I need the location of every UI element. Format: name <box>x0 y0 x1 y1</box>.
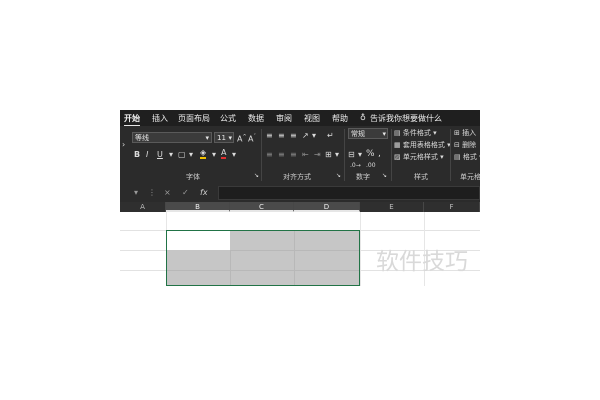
comma-style-icon[interactable]: , <box>378 149 381 159</box>
percent-icon[interactable]: % <box>366 149 375 159</box>
tab-page-layout[interactable]: 页面布局 <box>178 113 210 124</box>
clipboard-edge-icon[interactable]: › <box>122 140 125 150</box>
orientation-icon[interactable]: ↗ <box>302 131 309 141</box>
selection-border <box>166 230 360 286</box>
group-divider <box>450 129 451 181</box>
align-top-icon[interactable]: ≡ <box>266 131 273 141</box>
column-header-b[interactable]: B <box>166 202 230 212</box>
chevron-down-icon[interactable]: ▾ <box>189 150 193 160</box>
font-name-select[interactable]: 等线 ▾ <box>132 132 212 143</box>
chevron-down-icon[interactable]: ▾ <box>232 150 236 160</box>
lightbulb-icon: ♁ <box>360 113 366 122</box>
insert-icon: ⊞ <box>454 129 460 137</box>
number-dialog-launcher-icon[interactable]: ↘ <box>382 171 387 181</box>
chevron-down-icon: ▾ <box>228 134 232 142</box>
column-header-c[interactable]: C <box>230 202 294 212</box>
format-as-table-button[interactable]: ▦ 套用表格格式 ▾ <box>394 140 451 150</box>
alignment-dialog-launcher-icon[interactable]: ↘ <box>336 171 341 181</box>
column-header-d[interactable]: D <box>294 202 360 212</box>
format-cells-button[interactable]: ▤ 格式 ▾ <box>454 152 480 162</box>
format-icon: ▤ <box>454 153 461 161</box>
chevron-down-icon[interactable]: ▾ <box>212 150 216 160</box>
font-color-icon[interactable]: A <box>221 148 227 159</box>
cell-styles-button[interactable]: ▨ 单元格样式 ▾ <box>394 152 444 162</box>
table-icon: ▦ <box>394 141 401 149</box>
chevron-down-icon: ▾ <box>382 130 386 138</box>
decrease-font-icon[interactable]: Aˇ <box>248 132 256 145</box>
chevron-down-icon[interactable]: ▾ <box>312 131 316 141</box>
align-bottom-icon[interactable]: ≡ <box>290 131 297 141</box>
tab-view[interactable]: 视图 <box>304 113 320 124</box>
column-header-a[interactable]: A <box>120 202 166 212</box>
alignment-group-label: 对齐方式 <box>283 173 311 181</box>
merge-center-icon[interactable]: ⊞ <box>325 150 332 160</box>
confirm-icon[interactable]: ✓ <box>182 188 189 198</box>
align-middle-icon[interactable]: ≡ <box>278 131 285 141</box>
increase-indent-icon[interactable]: ⇥ <box>314 150 321 160</box>
underline-icon[interactable]: U <box>157 150 163 160</box>
number-group-label: 数字 <box>356 173 370 181</box>
group-divider <box>391 129 392 181</box>
wrap-text-icon[interactable]: ↵ <box>327 131 334 141</box>
group-divider <box>344 129 345 181</box>
increase-font-icon[interactable]: A^ <box>237 132 247 145</box>
cells-group-label: 单元格 <box>460 173 480 181</box>
chevron-down-icon: ▾ <box>205 134 209 142</box>
align-right-icon[interactable]: ≡ <box>290 150 297 160</box>
fill-color-icon[interactable]: ◈ <box>200 148 207 159</box>
conditional-format-button[interactable]: ▤ 条件格式 ▾ <box>394 128 437 138</box>
conditional-format-icon: ▤ <box>394 129 401 137</box>
ribbon-tab-bar: 开始 插入 页面布局 公式 数据 审阅 视图 帮助 ♁ 告诉我你想要做什么 <box>120 110 480 127</box>
border-icon[interactable]: ▢ <box>178 150 186 160</box>
column-gridline <box>360 212 361 286</box>
align-left-icon[interactable]: ≡ <box>266 150 273 160</box>
watermark-text: 软件技巧 <box>376 249 468 275</box>
insert-cells-button[interactable]: ⊞ 插入 <box>454 128 476 138</box>
chevron-down-icon[interactable]: ▾ <box>169 150 173 160</box>
italic-icon[interactable]: I <box>146 150 148 160</box>
align-center-icon[interactable]: ≡ <box>278 150 285 160</box>
tab-formulas[interactable]: 公式 <box>220 113 236 124</box>
insert-function-icon[interactable]: fx <box>200 188 208 198</box>
tab-home[interactable]: 开始 <box>124 113 140 127</box>
column-header-f[interactable]: F <box>424 202 480 212</box>
font-dialog-launcher-icon[interactable]: ↘ <box>254 171 259 181</box>
more-options-icon[interactable]: ⋮ <box>148 188 156 198</box>
tab-help[interactable]: 帮助 <box>332 113 348 124</box>
column-headers: A B C D E F <box>120 202 480 212</box>
font-group-label: 字体 <box>186 173 200 181</box>
chevron-down-icon[interactable]: ▾ <box>358 150 362 160</box>
tab-insert[interactable]: 插入 <box>152 113 168 124</box>
number-format-select[interactable]: 常规 ▾ <box>348 128 388 139</box>
tab-review[interactable]: 审阅 <box>276 113 292 124</box>
decrease-decimal-icon[interactable]: .00 <box>366 161 376 171</box>
delete-cells-button[interactable]: ⊟ 删除 <box>454 140 476 150</box>
font-size-select[interactable]: 11 ▾ <box>214 132 234 143</box>
tell-me-search[interactable]: 告诉我你想要做什么 <box>370 113 442 124</box>
formula-bar: ▾ ⋮ × ✓ fx <box>120 184 480 202</box>
cell-styles-icon: ▨ <box>394 153 401 161</box>
accounting-format-icon[interactable]: ⊟ <box>348 150 355 160</box>
group-divider <box>261 129 262 181</box>
cancel-icon[interactable]: × <box>164 188 171 198</box>
tab-data[interactable]: 数据 <box>248 113 264 124</box>
delete-icon: ⊟ <box>454 141 460 149</box>
chevron-down-icon[interactable]: ▾ <box>335 150 339 160</box>
increase-decimal-icon[interactable]: .0→ <box>350 161 361 171</box>
home-ribbon: › 等线 ▾ 11 ▾ A^ Aˇ B I U ▾ ▢ ▾ ◈ ▾ A ▾ 字体 ↘… <box>120 126 480 184</box>
decrease-indent-icon[interactable]: ⇤ <box>302 150 309 160</box>
bold-icon[interactable]: B <box>134 150 140 160</box>
styles-group-label: 样式 <box>414 173 428 181</box>
formula-input[interactable] <box>218 186 480 200</box>
column-header-e[interactable]: E <box>360 202 424 212</box>
name-box-dropdown-icon[interactable]: ▾ <box>134 188 138 198</box>
